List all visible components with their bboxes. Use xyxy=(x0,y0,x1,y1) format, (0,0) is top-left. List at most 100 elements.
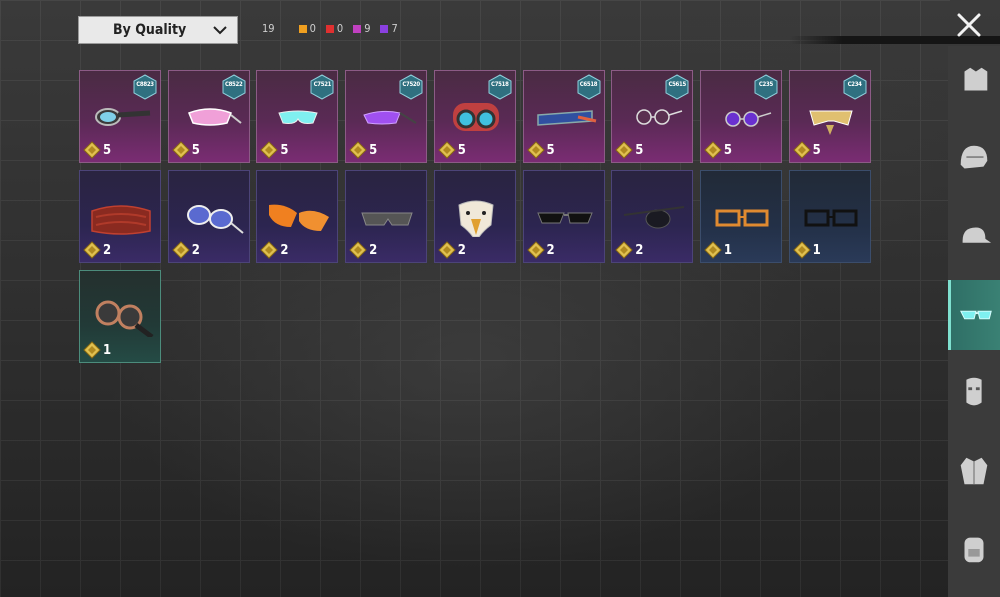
diamond-token-icon xyxy=(615,241,633,259)
black-rect-glasses-icon xyxy=(804,209,858,227)
diamond-token-icon xyxy=(171,141,190,159)
item-card[interactable]: C7520 5 xyxy=(345,70,428,163)
item-quantity-value: 5 xyxy=(723,142,733,158)
glasses-icon xyxy=(959,310,992,320)
item-quantity: 2 xyxy=(83,241,111,259)
steampunk-goggles-icon xyxy=(95,300,154,337)
item-code-label: C235 xyxy=(758,81,773,88)
item-quantity-value: 5 xyxy=(635,142,644,158)
item-quantity: 5 xyxy=(704,141,732,159)
item-code-label: C6518 xyxy=(579,81,598,88)
diamond-token-icon xyxy=(526,141,545,159)
sidebar-tab-helmet[interactable] xyxy=(948,124,1000,194)
sidebar-tab-jacket[interactable] xyxy=(948,436,1000,506)
sidebar-tab-backpack[interactable] xyxy=(948,514,1000,584)
orange-rect-glasses-icon xyxy=(715,209,769,227)
item-quantity: 2 xyxy=(260,241,289,259)
diamond-token-icon xyxy=(349,241,367,259)
item-card[interactable]: 1 xyxy=(699,170,782,263)
item-quantity-value: 5 xyxy=(457,142,466,158)
item-card[interactable]: C5615 5 xyxy=(611,70,694,163)
item-quantity-value: 2 xyxy=(103,242,112,258)
backpack-icon xyxy=(964,537,984,563)
item-card[interactable]: 1 xyxy=(788,170,871,263)
diamond-token-icon xyxy=(83,341,101,359)
item-quantity: 5 xyxy=(83,141,111,159)
epic-swatch xyxy=(353,24,362,33)
item-quantity: 5 xyxy=(438,141,466,159)
item-card[interactable]: C8522 5 xyxy=(167,70,250,163)
item-card[interactable]: C6518 5 xyxy=(522,70,605,163)
eyepatch-icon xyxy=(624,206,685,229)
diamond-token-icon xyxy=(83,241,101,259)
outfit-icon xyxy=(964,67,988,91)
mythic-swatch xyxy=(325,24,334,33)
item-quantity: 2 xyxy=(349,241,377,259)
item-card[interactable]: 2 xyxy=(611,170,694,263)
sort-dropdown[interactable]: By Quality xyxy=(78,16,238,44)
item-quantity: 1 xyxy=(704,241,732,259)
item-code-label: C7518 xyxy=(491,81,509,88)
item-quantity-value: 5 xyxy=(369,142,378,158)
item-card[interactable]: 2 xyxy=(256,170,339,263)
diamond-token-icon xyxy=(704,241,722,259)
item-card[interactable]: C8823 5 xyxy=(79,70,161,163)
item-card[interactable]: 2 xyxy=(522,170,605,263)
item-card[interactable]: C234 5 xyxy=(788,70,871,163)
item-card[interactable]: 2 xyxy=(345,170,428,263)
purple-sport-glasses-icon xyxy=(363,110,417,125)
item-quantity-value: 1 xyxy=(103,342,112,358)
sidebar-tab-glasses[interactable] xyxy=(948,280,1000,350)
round-sunglasses-icon xyxy=(636,109,683,125)
item-card[interactable]: C7521 5 xyxy=(256,70,339,163)
item-quantity: 5 xyxy=(349,141,377,159)
item-quantity: 5 xyxy=(171,141,200,159)
item-quantity-value: 1 xyxy=(812,242,821,258)
item-quantity: 2 xyxy=(438,241,466,259)
eagle-mask-icon xyxy=(458,200,494,237)
diamond-token-icon xyxy=(83,141,101,159)
item-counts: 19 0 0 9 7 xyxy=(262,22,408,35)
diamond-token-icon xyxy=(438,141,456,159)
item-quantity-value: 5 xyxy=(546,142,555,158)
item-card[interactable]: 2 xyxy=(79,170,161,263)
rare-swatch xyxy=(380,24,389,33)
item-card[interactable]: C235 5 xyxy=(699,70,782,163)
item-quantity-value: 2 xyxy=(635,242,644,258)
diamond-token-icon xyxy=(260,241,279,259)
item-quantity: 5 xyxy=(615,141,643,159)
item-quantity-value: 2 xyxy=(280,242,289,258)
diamond-token-icon xyxy=(792,141,811,159)
item-card[interactable]: C7518 5 xyxy=(433,70,516,163)
diamond-token-icon xyxy=(171,241,190,259)
sidebar-tab-outfit[interactable] xyxy=(948,46,1000,116)
pink-shield-glasses-icon xyxy=(187,108,242,126)
item-card[interactable]: 2 xyxy=(433,170,516,263)
item-code-label: C7520 xyxy=(402,81,420,88)
item-quantity: 1 xyxy=(83,341,111,359)
item-quantity-value: 2 xyxy=(191,242,200,258)
total-count: 19 xyxy=(262,22,275,35)
purple-round-glasses-icon xyxy=(725,111,772,127)
item-quantity-value: 5 xyxy=(812,142,821,158)
diamond-token-icon xyxy=(615,141,633,159)
sidebar-tab-mask[interactable] xyxy=(948,358,1000,428)
diamond-token-icon xyxy=(704,141,722,159)
sidebar-tab-cap[interactable] xyxy=(948,202,1000,272)
item-card[interactable]: 1 xyxy=(79,270,161,363)
sort-dropdown-label: By Quality xyxy=(113,22,187,38)
close-icon[interactable] xyxy=(952,8,986,42)
diamond-token-icon xyxy=(792,241,811,259)
item-code-label: C8823 xyxy=(136,81,154,88)
orange-glasses-icon xyxy=(269,204,330,231)
item-code-label: C8522 xyxy=(224,81,243,88)
diamond-token-icon xyxy=(526,241,545,259)
chevron-down-icon xyxy=(213,26,227,35)
jacket-icon xyxy=(960,457,988,485)
item-code-label: C7521 xyxy=(313,81,332,88)
category-sidebar xyxy=(948,46,1000,597)
cap-icon xyxy=(962,227,992,243)
item-quantity: 2 xyxy=(171,241,200,259)
red-bandana-icon xyxy=(91,205,151,235)
item-card[interactable]: 2 xyxy=(167,170,250,263)
